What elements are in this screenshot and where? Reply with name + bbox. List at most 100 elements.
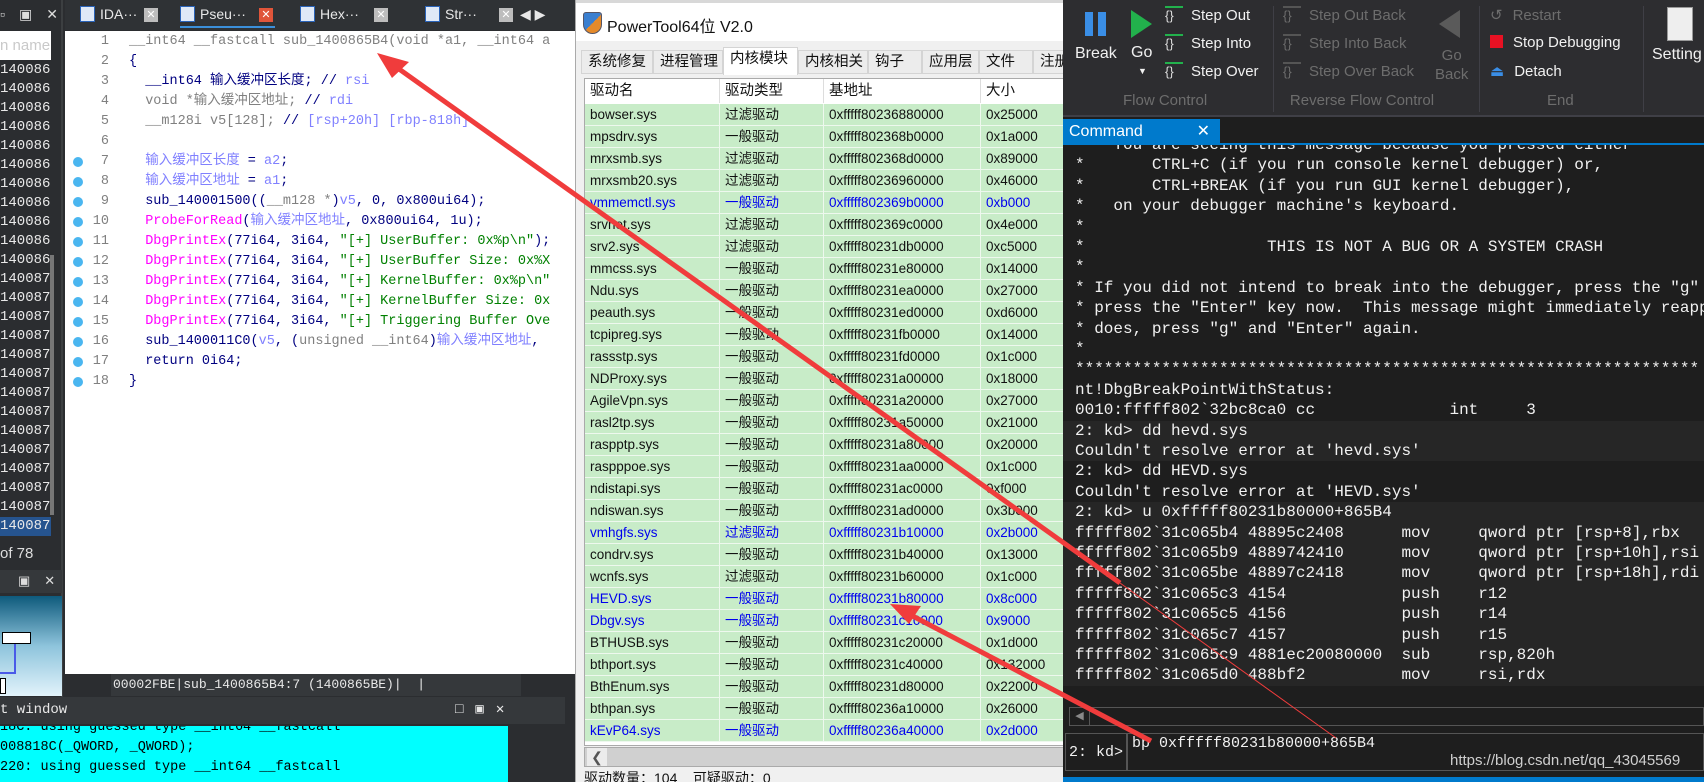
pseudocode-view[interactable]: 1 __int64 __fastcall sub_1400865B4(void *… (65, 31, 576, 674)
table-row[interactable]: peauth.sys 一般驱动 0xfffff80231ed0000 0xd6000 (585, 302, 1063, 324)
function-list-item[interactable]: 140087 (0, 270, 51, 289)
code-line[interactable]: 15 DbgPrintEx(77i64, 3i64, "[+] Triggeri… (65, 312, 576, 332)
table-row[interactable]: HEVD.sys 一般驱动 0xfffff80231b80000 0x8c000 (585, 588, 1063, 610)
table-row[interactable]: AgileVpn.sys 一般驱动 0xfffff80231a20000 0x2700… (585, 390, 1063, 412)
table-row[interactable]: raspptp.sys 一般驱动 0xfffff80231a80000 0x20000 (585, 434, 1063, 456)
table-row[interactable]: condrv.sys 一般驱动 0xfffff80231b40000 0x13000 (585, 544, 1063, 566)
table-row[interactable]: BthEnum.sys 一般驱动 0xfffff80231d80000 0x22000 (585, 676, 1063, 698)
function-list-item[interactable]: 140086 (0, 118, 51, 137)
function-list-item[interactable]: 140086 (0, 137, 51, 156)
table-row[interactable]: vmhgfs.sys 过滤驱动 0xfffff80231b10000 0x2b000 (585, 522, 1063, 544)
column-header[interactable]: 驱动类型 (720, 79, 824, 103)
graph-window-buttons[interactable]: ▣✕ (18, 573, 69, 589)
tab-5[interactable]: 应用层 (922, 50, 979, 74)
tab-strings[interactable]: Str··· ✕ (425, 6, 515, 28)
code-line[interactable]: 10 ProbeForRead(输入缓冲区地址, 0x800ui64, 1u); (65, 212, 576, 232)
tab-pseudocode[interactable]: Pseu··· ✕ (180, 6, 275, 28)
command-tab[interactable]: Command ✕ (1063, 119, 1220, 144)
tab-scroll-arrows[interactable]: ◀ ▶ (520, 6, 545, 28)
table-row[interactable]: srvnet.sys 过滤驱动 0xfffff802369c0000 0x4e000 (585, 214, 1063, 236)
command-output[interactable]: * You are seeing this message because yo… (1063, 145, 1704, 705)
function-list-item[interactable]: 140086 (0, 251, 51, 270)
go-button[interactable]: Go (1131, 44, 1152, 62)
scroll-left-icon[interactable]: ❮ (587, 748, 607, 766)
code-line[interactable]: 1 __int64 __fastcall sub_1400865B4(void *… (65, 32, 576, 52)
function-list-item[interactable]: 140087 (0, 308, 51, 327)
function-list-item[interactable]: 140087 (0, 460, 51, 479)
stop-debugging-button[interactable]: Stop Debugging (1490, 34, 1621, 51)
close-icon[interactable]: ✕ (1197, 119, 1210, 144)
code-line[interactable]: 13 DbgPrintEx(77i64, 3i64, "[+] KernelBu… (65, 272, 576, 292)
function-list-item[interactable]: 140086 (0, 99, 51, 118)
code-line[interactable]: 18} (65, 372, 576, 392)
function-list-item[interactable]: 140086 (0, 194, 51, 213)
function-name-column-header[interactable]: n name (0, 31, 51, 60)
table-row[interactable]: vmmemctl.sys 一般驱动 0xfffff802369b0000 0xb000 (585, 192, 1063, 214)
function-list-item[interactable]: 140086 (0, 80, 51, 99)
step-out-back-button[interactable]: {} Step Out Back (1283, 6, 1406, 24)
code-line[interactable]: 9 sub_140001500((__m128 *)v5, 0, 0x800ui… (65, 192, 576, 212)
detach-button[interactable]: ⏏ Detach (1490, 62, 1562, 80)
function-list-item[interactable]: 140086 (0, 156, 51, 175)
table-row[interactable]: tcpipreg.sys 一般驱动 0xfffff80231fb0000 0x1400… (585, 324, 1063, 346)
function-list-item[interactable]: 140086 (0, 175, 51, 194)
code-line[interactable]: 12 DbgPrintEx(77i64, 3i64, "[+] UserBuff… (65, 252, 576, 272)
command-horizontal-scrollbar[interactable]: ◀ (1069, 707, 1704, 726)
table-row[interactable]: rasl2tp.sys 一般驱动 0xfffff80231a50000 0x21000 (585, 412, 1063, 434)
column-header[interactable]: 基地址 (824, 79, 981, 103)
close-icon[interactable]: ✕ (499, 8, 513, 22)
table-row[interactable]: BTHUSB.sys 一般驱动 0xfffff80231c20000 0x1d000 (585, 632, 1063, 654)
code-line[interactable]: 7 输入缓冲区长度 = a2; (65, 152, 576, 172)
function-list-item[interactable]: 140087 (0, 441, 51, 460)
step-over-back-button[interactable]: {} Step Over Back (1283, 62, 1414, 80)
settings-button[interactable]: Setting (1652, 46, 1702, 64)
code-line[interactable]: 8 输入缓冲区地址 = a1; (65, 172, 576, 192)
table-row[interactable]: ndiswan.sys 一般驱动 0xfffff80231ad0000 0x3b000 (585, 500, 1063, 522)
code-line[interactable]: 17 return 0i64; (65, 352, 576, 372)
tab-6[interactable]: 文件 (979, 50, 1033, 74)
code-line[interactable]: 3 __int64 输入缓冲区长度; // rsi (65, 72, 576, 92)
function-list-item[interactable]: 140086 (0, 232, 51, 251)
tab-7[interactable]: 注册 (1033, 50, 1063, 74)
table-horizontal-scrollbar[interactable]: ❮ (584, 747, 1063, 767)
code-line[interactable]: 5 __m128i v5[128]; // [rsp+20h] [rbp-818… (65, 112, 576, 132)
go-back-button[interactable]: Go Back (1435, 46, 1468, 84)
function-list-item[interactable]: 140087 (0, 346, 51, 365)
code-line[interactable]: 2{ (65, 52, 576, 72)
table-row[interactable]: srv2.sys 过滤驱动 0xfffff80231db0000 0xc5000 (585, 236, 1063, 258)
column-header[interactable]: 驱动名 (585, 79, 720, 103)
tab-0[interactable]: 系统修复 (581, 50, 653, 74)
function-list-item[interactable]: 140087 (0, 479, 51, 498)
output-window-buttons[interactable]: □▣✕ (455, 697, 516, 724)
function-list-item[interactable]: 140086 (0, 213, 51, 232)
function-list-item[interactable]: 140086 (0, 61, 51, 80)
scroll-left-icon[interactable]: ◀ (1070, 708, 1090, 725)
code-line[interactable]: 4 void *输入缓冲区地址; // rdi (65, 92, 576, 112)
function-list-item[interactable]: 140087 (0, 517, 51, 536)
function-list-scrollbar[interactable] (50, 255, 54, 515)
table-row[interactable]: Ndu.sys 一般驱动 0xfffff80231ea0000 0x27000 (585, 280, 1063, 302)
output-window[interactable]: 18C: using guessed type __int64 __fastca… (0, 726, 508, 782)
code-line[interactable]: 11 DbgPrintEx(77i64, 3i64, "[+] UserBuff… (65, 232, 576, 252)
table-row[interactable]: bowser.sys 过滤驱动 0xfffff80236880000 0x25000 (585, 104, 1063, 126)
column-header[interactable]: 大小 (981, 79, 1063, 103)
code-line[interactable]: 14 DbgPrintEx(77i64, 3i64, "[+] KernelBu… (65, 292, 576, 312)
table-row[interactable]: ndistapi.sys 一般驱动 0xfffff80231ac0000 0xf000 (585, 478, 1063, 500)
table-row[interactable]: NDProxy.sys 一般驱动 0xfffff80231a00000 0x18000 (585, 368, 1063, 390)
panel-window-buttons[interactable]: ▫▣✕ (0, 6, 72, 23)
function-list-item[interactable]: 140087 (0, 384, 51, 403)
tab-hex-view[interactable]: Hex··· ✕ (300, 6, 390, 28)
table-row[interactable]: mrxsmb.sys 过滤驱动 0xfffff802368d0000 0x89000 (585, 148, 1063, 170)
function-list-item[interactable]: 140087 (0, 365, 51, 384)
step-into-back-button[interactable]: {} Step Into Back (1283, 34, 1407, 52)
table-row[interactable]: rassstp.sys 一般驱动 0xfffff80231fd0000 0x1c000 (585, 346, 1063, 368)
table-row[interactable]: wcnfs.sys 过滤驱动 0xfffff80231b60000 0x1c000 (585, 566, 1063, 588)
close-icon[interactable]: ✕ (144, 8, 158, 22)
step-out-button[interactable]: {} Step Out (1165, 6, 1250, 24)
step-into-button[interactable]: {} Step Into (1165, 34, 1251, 52)
graph-overview[interactable] (0, 596, 62, 696)
tab-2[interactable]: 内核模块 (723, 47, 798, 75)
function-list-item[interactable]: 140087 (0, 403, 51, 422)
close-icon[interactable]: ✕ (259, 8, 273, 22)
function-list-item[interactable]: 140087 (0, 327, 51, 346)
